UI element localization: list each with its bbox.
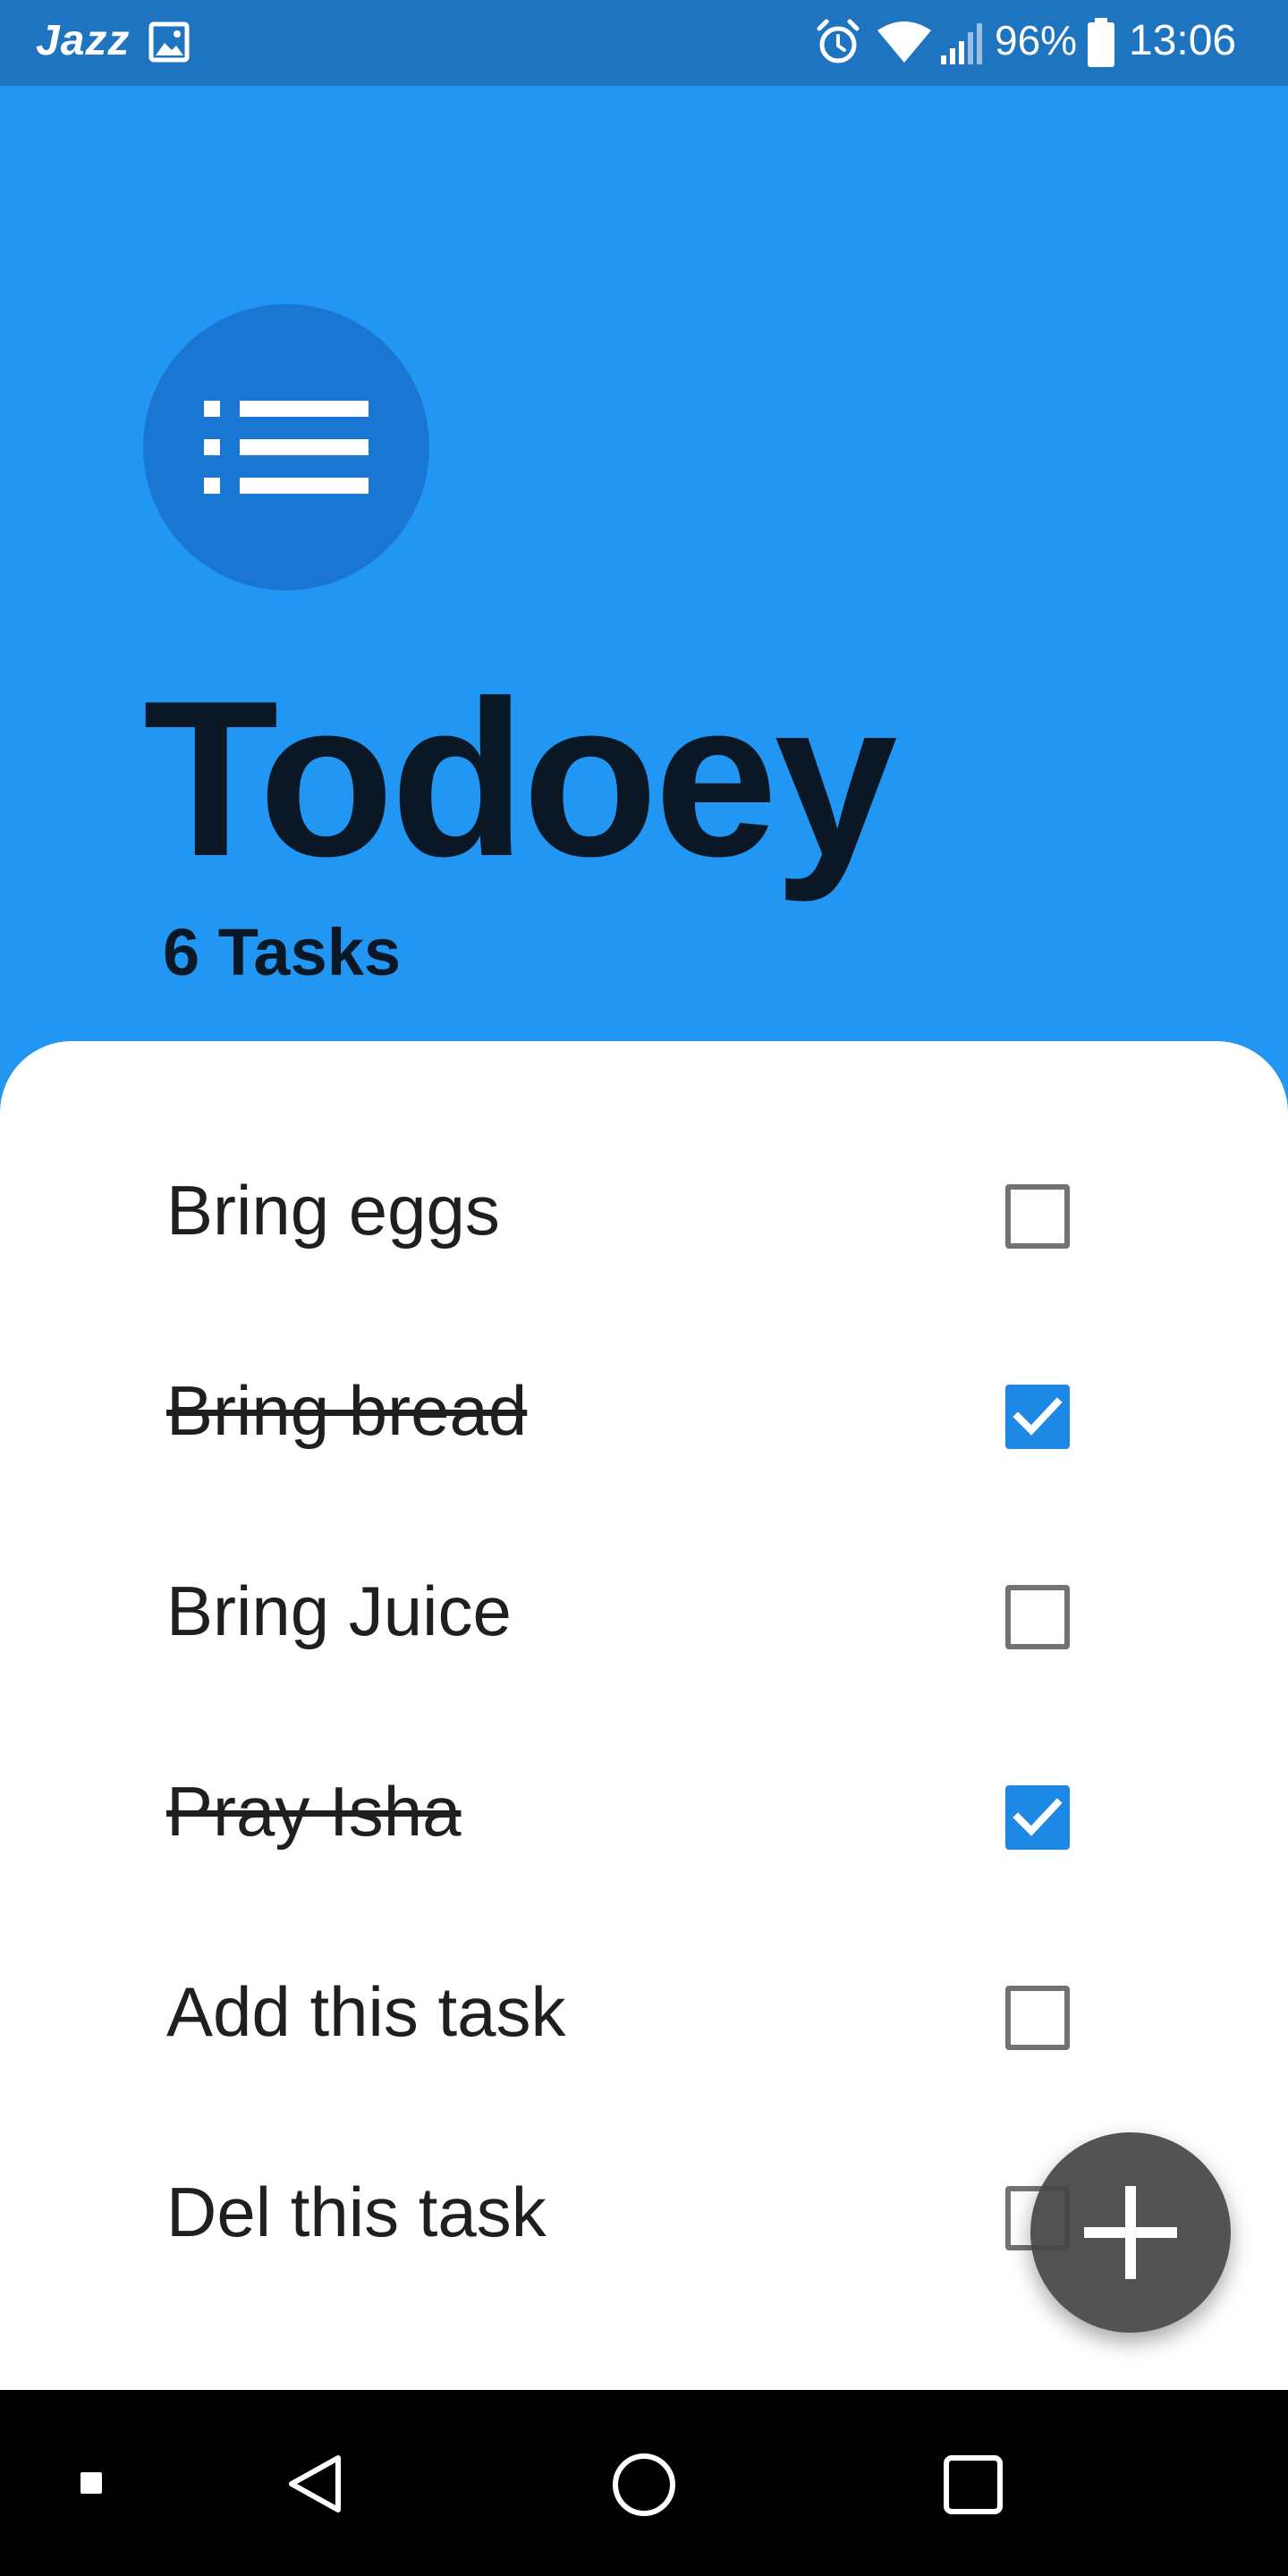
app-logo xyxy=(143,304,429,590)
carrier-name: Jazz xyxy=(36,17,131,64)
task-checkbox[interactable] xyxy=(1005,1385,1070,1449)
task-label: Bring eggs xyxy=(166,1171,500,1250)
list-icon xyxy=(204,401,369,494)
task-checkbox[interactable] xyxy=(1005,1785,1070,1850)
task-row[interactable]: Bring bread xyxy=(0,1318,1288,1519)
add-task-button[interactable] xyxy=(1030,2132,1231,2333)
signal-icon xyxy=(941,23,982,64)
task-row[interactable]: Bring eggs xyxy=(0,1118,1288,1318)
overview-icon[interactable] xyxy=(943,2454,1004,2515)
task-checkbox[interactable] xyxy=(1005,1184,1070,1249)
battery-percent: 96% xyxy=(995,17,1078,64)
task-checkbox[interactable] xyxy=(1005,1585,1070,1649)
clock: 13:06 xyxy=(1129,17,1237,64)
plus-icon xyxy=(1084,2186,1177,2279)
home-icon[interactable] xyxy=(612,2453,676,2517)
check-icon xyxy=(1013,1798,1063,1836)
task-label: Bring Juice xyxy=(166,1572,512,1650)
task-row[interactable]: Add this task xyxy=(0,1919,1288,2120)
task-row[interactable]: Pray Isha xyxy=(0,1719,1288,1919)
recents-dot-icon[interactable] xyxy=(80,2472,102,2494)
alarm-icon xyxy=(817,19,860,64)
navigation-bar xyxy=(0,2390,1288,2576)
task-label: Del this task xyxy=(166,2173,547,2251)
task-label: Pray Isha xyxy=(166,1772,462,1851)
task-count: 6 Tasks xyxy=(163,915,402,989)
task-checkbox[interactable] xyxy=(1005,1986,1070,2050)
status-bar: Jazz 96% 13:06 xyxy=(0,0,1288,86)
task-label: Bring bread xyxy=(166,1371,528,1450)
wifi-icon xyxy=(877,21,931,63)
task-row[interactable]: Bring Juice xyxy=(0,1519,1288,1719)
back-icon[interactable] xyxy=(284,2453,343,2515)
task-label: Add this task xyxy=(166,1972,566,2051)
app-title: Todoey xyxy=(143,654,897,902)
gallery-icon xyxy=(148,21,190,63)
check-icon xyxy=(1013,1397,1063,1436)
battery-icon xyxy=(1088,18,1114,67)
